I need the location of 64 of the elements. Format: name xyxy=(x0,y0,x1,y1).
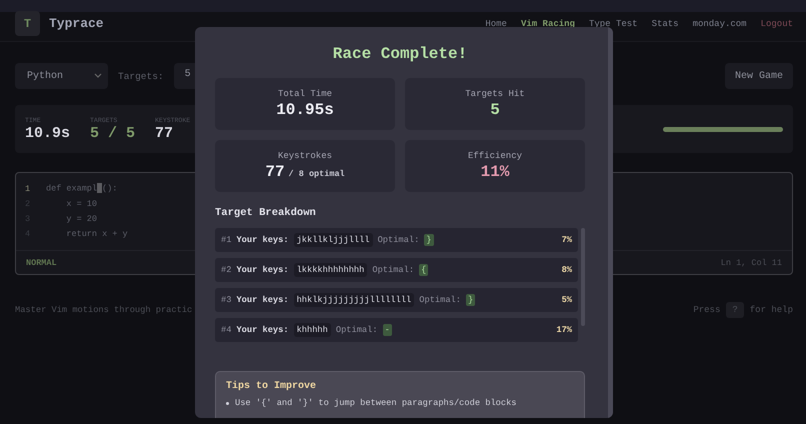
keys-code: hhklkjjjjjjjjjllllllll xyxy=(294,293,414,307)
code-line: return x + y xyxy=(65,228,128,238)
cursor-position: Ln 1, Col 11 xyxy=(720,258,782,268)
target-percent: 7% xyxy=(562,235,572,245)
nav-link[interactable]: Logout xyxy=(760,18,793,28)
keys-label: Your keys: xyxy=(236,235,289,245)
target-index: #3 xyxy=(221,295,232,305)
modal-title: Race Complete! xyxy=(332,45,468,63)
stat-label: Targets Hit xyxy=(465,89,525,99)
bullet-icon xyxy=(226,402,229,404)
stat-label: Total Time xyxy=(278,89,332,99)
tagline: Master Vim motions through practic xyxy=(15,305,192,315)
optimal-label: Optimal: xyxy=(372,265,414,275)
help-text: Press xyxy=(693,305,720,315)
nav-link[interactable]: Vim Racing xyxy=(520,18,575,28)
target-index: #2 xyxy=(221,265,232,275)
target-index: #4 xyxy=(221,325,232,335)
keys-label: Your keys: xyxy=(236,265,289,275)
stat-label: Efficiency xyxy=(468,151,522,161)
target-percent: 8% xyxy=(562,265,572,275)
targets-label: Targets: xyxy=(118,70,164,82)
code-line: def exampl (): xyxy=(45,183,118,194)
optimal-key: { xyxy=(419,264,428,276)
stat-suffix: / 8 optimal xyxy=(288,169,345,179)
tip-text: Use '{' and '}' to jump between paragraphs/code blocks xyxy=(235,398,517,408)
mode-indicator: NORMAL xyxy=(26,258,57,268)
target-index: #1 xyxy=(221,235,232,245)
stat-value: 10.95s xyxy=(276,101,334,119)
scrollbar[interactable] xyxy=(608,27,613,418)
optimal-key: } xyxy=(466,294,476,306)
language-select[interactable]: Python xyxy=(15,63,108,89)
stat-label: Keystrokes xyxy=(278,151,332,161)
stat-value: 10.9s xyxy=(25,124,70,142)
target-percent: 17% xyxy=(556,325,572,335)
stat-value: 77 xyxy=(265,163,285,181)
optimal-label: Optimal: xyxy=(419,295,461,305)
stat-value: 11% xyxy=(480,163,510,181)
chevron-down-icon xyxy=(94,73,102,79)
stat-value: 5 xyxy=(490,101,500,119)
nav-link[interactable]: Home xyxy=(485,18,507,28)
help-key: ? xyxy=(726,302,744,318)
optimal-key: } xyxy=(424,234,434,246)
target-percent: 5% xyxy=(562,295,572,305)
optimal-label: Optimal: xyxy=(378,235,420,245)
logo-badge: T xyxy=(15,11,40,36)
keys-code: jkkllkljjjllll xyxy=(294,233,373,247)
line-number: 1 xyxy=(24,184,32,194)
section-title: Target Breakdown xyxy=(215,207,317,219)
optimal-label: Optimal: xyxy=(336,325,378,335)
tips-title: Tips to Improve xyxy=(226,381,318,392)
optimal-key: - xyxy=(382,324,392,336)
nav-link[interactable]: Stats xyxy=(652,18,679,28)
code-line: x = 10 xyxy=(65,198,98,208)
code-line: y = 20 xyxy=(65,214,98,224)
app-name: Typrace xyxy=(49,16,104,31)
stat-value: 5 / 5 xyxy=(90,124,136,142)
keys-label: Your keys: xyxy=(236,325,289,335)
nav-link[interactable]: monday.com xyxy=(692,18,747,28)
stat-value: 77 xyxy=(155,124,174,142)
keys-label: Your keys: xyxy=(236,295,289,305)
help-text: for help xyxy=(750,305,793,315)
keys-code: khhhhh xyxy=(294,323,331,337)
new-game-button[interactable]: New Game xyxy=(724,63,793,89)
keys-code: lkkkkhhhhhhhh xyxy=(294,263,368,277)
